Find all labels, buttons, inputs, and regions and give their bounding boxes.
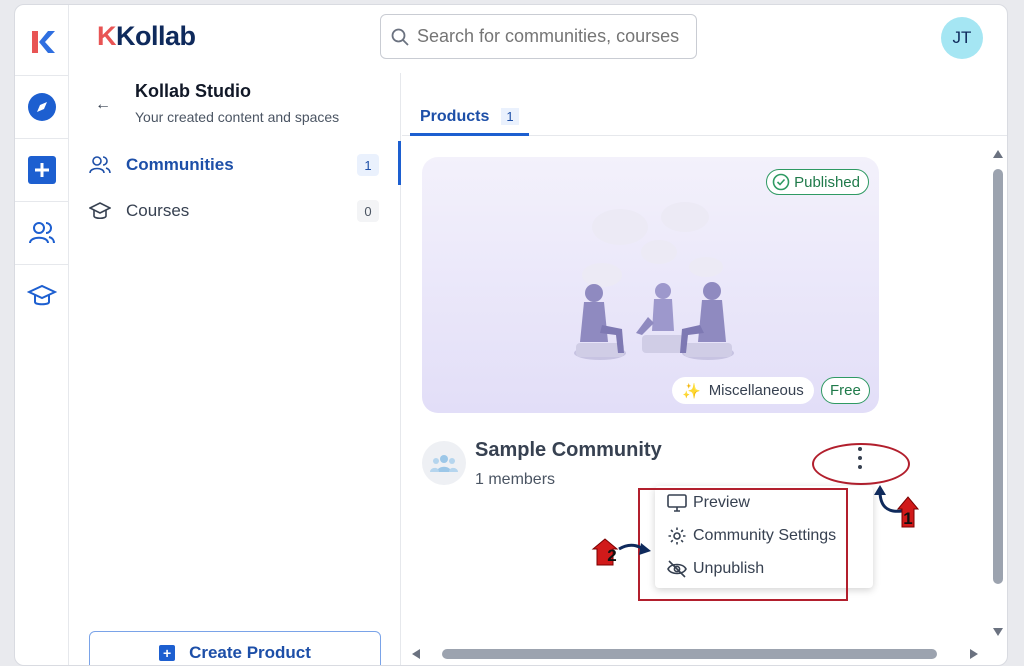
kollab-logo-icon[interactable]	[27, 27, 57, 57]
rail-divider	[15, 75, 69, 76]
communities-icon	[89, 156, 111, 174]
category-tag: ✨ Miscellaneous	[672, 377, 814, 404]
top-header: KKollab JT	[69, 5, 1007, 73]
courses-cap-icon[interactable]	[26, 280, 58, 312]
count-badge: 0	[357, 200, 379, 222]
communities-icon[interactable]	[26, 217, 58, 249]
sidebar-item-label: Communities	[126, 155, 234, 174]
annotation-number-1: 1	[903, 509, 913, 528]
studio-title: Kollab Studio	[135, 81, 251, 101]
explore-compass-icon[interactable]	[26, 91, 58, 123]
published-label: Published	[794, 173, 860, 191]
icon-rail	[15, 5, 69, 665]
brand-logo[interactable]: K Kollab	[97, 21, 196, 52]
published-badge: Published	[766, 169, 869, 195]
tab-products[interactable]: Products 1	[410, 108, 529, 136]
studio-subtitle: Your created content and spaces	[135, 109, 340, 125]
annotation-number-2: 2	[607, 546, 617, 565]
scroll-down-arrow-icon[interactable]	[993, 628, 1003, 636]
count-badge: 1	[357, 154, 379, 176]
create-product-label: Create Product	[189, 643, 311, 662]
people-talking-illustration	[574, 202, 734, 360]
rail-divider	[15, 138, 69, 139]
price-tag: Free	[821, 377, 870, 404]
active-indicator	[398, 141, 401, 185]
app-window: KKollab JT ← Kollab Studio Your created …	[14, 4, 1008, 666]
community-avatar	[422, 441, 466, 485]
sidebar-item-communities[interactable]: Communities 1	[89, 148, 379, 182]
create-product-button[interactable]: + Create Product	[89, 631, 381, 665]
member-count: 1 members	[475, 471, 556, 488]
studio-sidebar: ← Kollab Studio Your created content and…	[69, 73, 401, 665]
sidebar-item-courses[interactable]: Courses 0	[89, 194, 379, 228]
create-plus-icon[interactable]	[26, 154, 58, 186]
category-label: Miscellaneous	[708, 382, 804, 399]
check-circle-icon	[772, 173, 790, 191]
group-icon	[430, 455, 458, 472]
scrollbar-thumb[interactable]	[993, 169, 1003, 584]
search-box[interactable]	[380, 14, 697, 59]
tab-count-badge: 1	[501, 108, 519, 125]
brand-k-mark: K	[97, 21, 117, 51]
tab-bar: Products 1	[402, 73, 1007, 136]
main-content: Products 1 Published ✨ Miscellaneous Fre…	[402, 73, 1007, 665]
community-name[interactable]: Sample Community	[475, 439, 662, 462]
plus-icon: +	[159, 645, 176, 661]
back-arrow-icon[interactable]: ←	[95, 96, 111, 114]
scroll-up-arrow-icon[interactable]	[993, 150, 1003, 158]
horizontal-scrollbar[interactable]	[402, 645, 1002, 663]
search-input[interactable]	[417, 26, 687, 47]
search-icon	[391, 28, 409, 46]
rail-divider	[15, 201, 69, 202]
user-avatar[interactable]: JT	[941, 17, 983, 59]
brand-wordmark: Kollab	[116, 21, 196, 51]
community-cover-image[interactable]: Published ✨ Miscellaneous Free	[422, 157, 879, 413]
graduation-cap-icon	[89, 202, 111, 220]
annotation-box	[638, 488, 848, 601]
sidebar-item-label: Courses	[126, 201, 190, 220]
sparkles-icon: ✨	[682, 382, 701, 400]
vertical-scrollbar[interactable]	[989, 144, 1007, 644]
tab-label: Products	[420, 108, 490, 125]
rail-divider	[15, 264, 69, 265]
annotation-ring	[812, 443, 910, 485]
